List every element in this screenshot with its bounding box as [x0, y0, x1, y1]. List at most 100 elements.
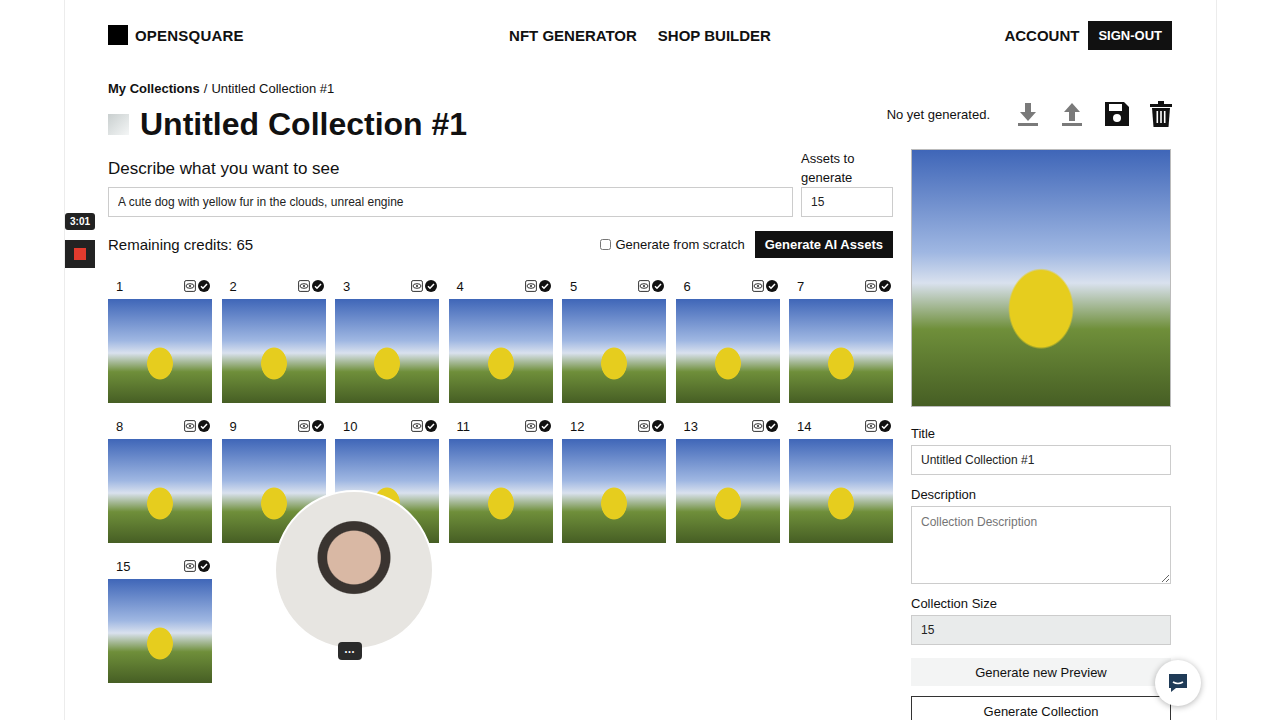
description-input[interactable]: [911, 506, 1171, 584]
asset-image[interactable]: [108, 299, 212, 403]
title-row: Untitled Collection #1No yet generated.: [108, 104, 1172, 144]
asset-tile[interactable]: 1: [108, 273, 212, 403]
check-icon[interactable]: [766, 420, 778, 432]
asset-tile[interactable]: 2: [222, 273, 326, 403]
asset-image[interactable]: [789, 439, 893, 543]
prompt-input[interactable]: [108, 187, 793, 217]
eye-icon[interactable]: [298, 420, 310, 432]
from-scratch-label[interactable]: Generate from scratch: [615, 237, 744, 252]
nav-item[interactable]: SHOP BUILDER: [658, 27, 771, 44]
page: OPENSQUARE NFT GENERATOR SHOP BUILDER ACCOU…: [0, 0, 1280, 720]
asset-image[interactable]: [676, 439, 780, 543]
logo[interactable]: OPENSQUARE: [108, 25, 509, 45]
asset-tile[interactable]: 15: [108, 553, 212, 683]
generate-preview-button[interactable]: Generate new Preview: [911, 658, 1171, 686]
asset-number: 8: [116, 419, 123, 434]
eye-icon[interactable]: [411, 420, 423, 432]
asset-tile[interactable]: 6: [676, 273, 780, 403]
asset-number: 3: [343, 279, 350, 294]
check-icon[interactable]: [198, 420, 210, 432]
check-icon[interactable]: [766, 280, 778, 292]
check-icon[interactable]: [425, 420, 437, 432]
sign-out-button[interactable]: SIGN-OUT: [1088, 21, 1172, 50]
eye-icon[interactable]: [184, 560, 196, 572]
asset-image[interactable]: [676, 299, 780, 403]
eye-icon[interactable]: [752, 280, 764, 292]
asset-number: 1: [116, 279, 123, 294]
upload-icon[interactable]: [1060, 101, 1084, 127]
asset-number: 5: [570, 279, 577, 294]
check-icon[interactable]: [879, 280, 891, 292]
asset-tile[interactable]: 12: [562, 413, 666, 543]
check-icon[interactable]: [652, 420, 664, 432]
description-label: Description: [911, 487, 1171, 503]
asset-tile[interactable]: 5: [562, 273, 666, 403]
chat-button[interactable]: [1155, 660, 1201, 706]
assets-input[interactable]: [801, 187, 893, 217]
breadcrumb-parent[interactable]: My Collections: [108, 81, 200, 96]
check-icon[interactable]: [539, 280, 551, 292]
asset-image[interactable]: [449, 439, 553, 543]
asset-number: 2: [230, 279, 237, 294]
title-input[interactable]: [911, 445, 1171, 475]
asset-image[interactable]: [562, 299, 666, 403]
generate-assets-button[interactable]: Generate AI Assets: [755, 231, 893, 258]
check-icon[interactable]: [198, 560, 210, 572]
asset-image[interactable]: [222, 299, 326, 403]
check-icon[interactable]: [312, 280, 324, 292]
asset-tile[interactable]: 4: [449, 273, 553, 403]
breadcrumb-separator: /: [204, 81, 208, 96]
nav: NFT GENERATOR SHOP BUILDER: [509, 27, 771, 44]
asset-number: 9: [230, 419, 237, 434]
asset-grid: 123456789101112131415: [108, 273, 893, 683]
check-icon[interactable]: [652, 280, 664, 292]
eye-icon[interactable]: [752, 420, 764, 432]
eye-icon[interactable]: [411, 280, 423, 292]
eye-icon[interactable]: [525, 420, 537, 432]
stop-recording-button[interactable]: [65, 240, 95, 268]
asset-tile[interactable]: 3: [335, 273, 439, 403]
generate-collection-button[interactable]: Generate Collection: [911, 696, 1171, 720]
eye-icon[interactable]: [865, 280, 877, 292]
eye-icon[interactable]: [638, 280, 650, 292]
save-icon[interactable]: [1104, 101, 1130, 127]
asset-image[interactable]: [108, 439, 212, 543]
check-icon[interactable]: [879, 420, 891, 432]
asset-tile[interactable]: 13: [676, 413, 780, 543]
assets-label: Assets to generate: [801, 149, 893, 187]
eye-icon[interactable]: [865, 420, 877, 432]
generation-status: No yet generated.: [887, 107, 990, 122]
eye-icon[interactable]: [638, 420, 650, 432]
asset-tile[interactable]: 7: [789, 273, 893, 403]
check-icon[interactable]: [539, 420, 551, 432]
asset-tile[interactable]: 14: [789, 413, 893, 543]
eye-icon[interactable]: [184, 280, 196, 292]
page-edge: [1216, 0, 1217, 720]
asset-image[interactable]: [335, 299, 439, 403]
title-label: Title: [911, 426, 1171, 442]
download-icon[interactable]: [1016, 101, 1040, 127]
check-icon[interactable]: [312, 420, 324, 432]
asset-image[interactable]: [562, 439, 666, 543]
eye-icon[interactable]: [184, 420, 196, 432]
asset-image[interactable]: [108, 579, 212, 683]
page-edge: [64, 0, 65, 720]
logo-text[interactable]: OPENSQUARE: [135, 27, 244, 44]
from-scratch-checkbox[interactable]: [600, 239, 611, 250]
check-icon[interactable]: [198, 280, 210, 292]
asset-image[interactable]: [789, 299, 893, 403]
account-link[interactable]: ACCOUNT: [1004, 27, 1079, 44]
trash-icon[interactable]: [1150, 101, 1172, 127]
asset-number: 6: [684, 279, 691, 294]
asset-image[interactable]: [449, 299, 553, 403]
asset-number: 4: [457, 279, 464, 294]
eye-icon[interactable]: [298, 280, 310, 292]
asset-tile[interactable]: 11: [449, 413, 553, 543]
eye-icon[interactable]: [525, 280, 537, 292]
nav-item[interactable]: NFT GENERATOR: [509, 27, 637, 44]
webcam-menu-button[interactable]: •••: [338, 642, 362, 660]
asset-tile[interactable]: 8: [108, 413, 212, 543]
asset-number: 11: [457, 419, 471, 434]
check-icon[interactable]: [425, 280, 437, 292]
from-scratch-option[interactable]: Generate from scratch: [600, 237, 744, 252]
